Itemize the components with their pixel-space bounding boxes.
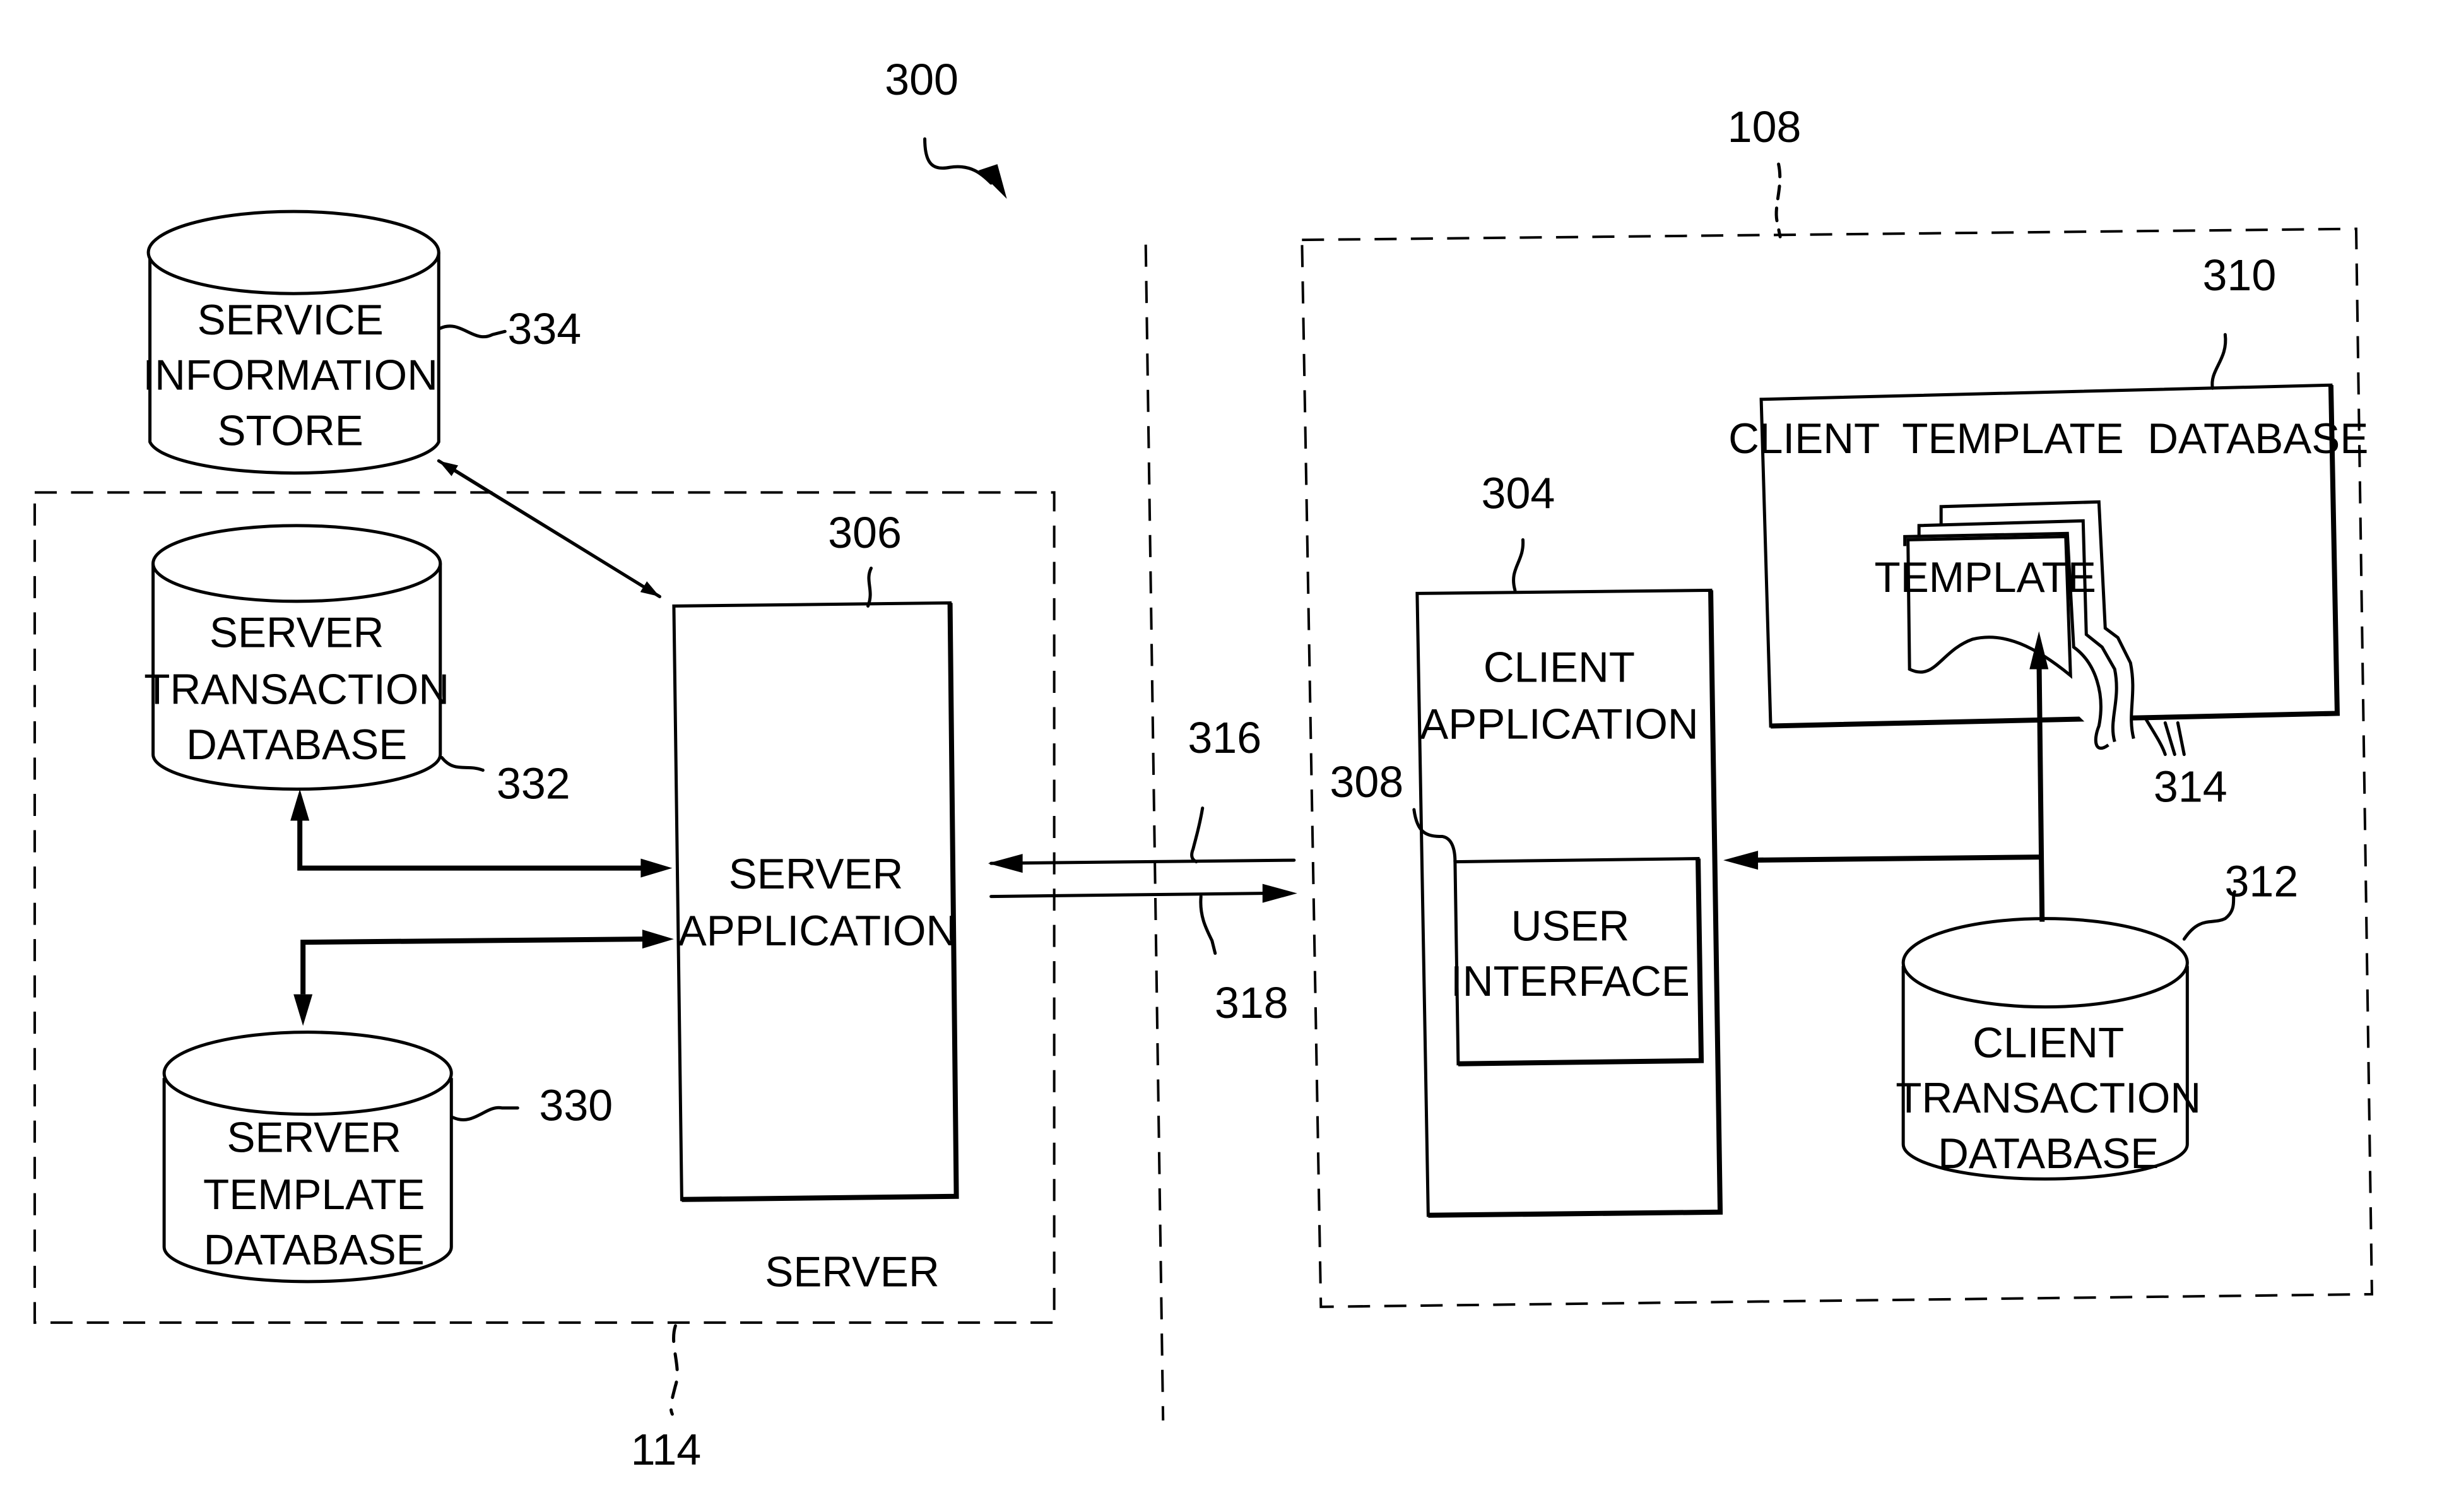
- link-316-ref-leader: [1190, 806, 1205, 864]
- link-to-client: [989, 883, 1297, 903]
- template-ref-leader-2: [2163, 721, 2176, 756]
- server-transaction-ref: 332: [497, 759, 570, 808]
- client-transaction-to-app-arrow-icon: [1723, 851, 1759, 870]
- client-transaction-ref: 312: [2224, 857, 2298, 906]
- cylinder-top: [162, 1031, 453, 1116]
- server-transaction-line-1: SERVER: [209, 609, 384, 656]
- server-transaction-link: [297, 801, 644, 871]
- server-transaction-database[interactable]: SERVER TRANSACTION DATABASE: [144, 524, 449, 791]
- client-application-line-2: APPLICATION: [1420, 700, 1698, 748]
- cylinder-top: [146, 210, 440, 295]
- server-template-link: [300, 936, 644, 995]
- user-interface-line-1: USER: [1511, 903, 1630, 950]
- link-318-ref: 318: [1215, 978, 1289, 1027]
- cylinder-top: [1901, 917, 2189, 1009]
- link-316-arrowhead-icon: [988, 854, 1023, 873]
- service-store-line-2: INFORMATION: [143, 352, 438, 399]
- user-interface[interactable]: USER INTERFACE: [1451, 857, 1704, 1066]
- link-to-server: [988, 854, 1296, 873]
- cylinder-top: [151, 524, 442, 603]
- template-ref-leader-1: [2144, 718, 2167, 756]
- system-diagram: 300 SERVER 114 SERVICE INFORMATION STORE…: [33, 55, 2373, 1474]
- server-application[interactable]: SERVER APPLICATION: [672, 601, 959, 1202]
- client-transaction-database[interactable]: CLIENT TRANSACTION DATABASE: [1896, 917, 2201, 1181]
- server-template-ref: 330: [539, 1081, 613, 1130]
- service-information-store[interactable]: SERVICE INFORMATION STORE: [143, 210, 440, 475]
- server-template-ref-leader: [451, 1106, 519, 1121]
- client-application-line-1: CLIENT: [1484, 644, 1635, 691]
- server-template-arrow-down-icon: [293, 994, 313, 1026]
- template-ref: 314: [2154, 762, 2227, 812]
- server-application-ref: 306: [828, 508, 902, 557]
- service-store-line-1: SERVICE: [198, 297, 384, 344]
- client-ref: 108: [1728, 102, 1802, 151]
- link-318-ref-leader: [1199, 895, 1217, 955]
- template-ref-leader-3: [2176, 721, 2186, 756]
- link-316-ref: 316: [1188, 713, 1261, 762]
- figure-ref-label: 300: [885, 55, 959, 104]
- server-template-arrow-right-icon: [642, 930, 674, 949]
- link-316-line: [989, 858, 1296, 865]
- client-template-database-ref-leader: [2210, 333, 2227, 390]
- link-318-line: [989, 892, 1265, 899]
- service-store-link-reverse: [437, 459, 661, 598]
- server-ref: 114: [631, 1425, 702, 1474]
- service-store-ref-leader: [439, 324, 507, 339]
- figure-ref-leader: [923, 137, 993, 185]
- server-template-database[interactable]: SERVER TEMPLATE DATABASE: [162, 1031, 453, 1284]
- server-transaction-arrow-up-icon: [290, 789, 310, 821]
- client-template-database-title: CLIENT TEMPLATE DATABASE: [1728, 415, 2368, 463]
- template-label: TEMPLATE: [1875, 554, 2096, 601]
- server-application-line-2: APPLICATION: [678, 907, 957, 955]
- client-transaction-line-1: CLIENT: [1973, 1020, 2124, 1067]
- client-transaction-line-2: TRANSACTION: [1896, 1075, 2201, 1122]
- server-template-line-1: SERVER: [227, 1114, 401, 1162]
- server-transaction-ref-leader: [440, 756, 485, 772]
- figure-ref-300: 300: [885, 55, 1007, 199]
- client-transaction-line-3: DATABASE: [1938, 1130, 2159, 1178]
- user-interface-line-2: INTERFACE: [1451, 958, 1690, 1005]
- server-template-line-2: TEMPLATE: [203, 1171, 425, 1219]
- link-318-arrowhead-icon: [1262, 883, 1297, 903]
- network-divider: [1144, 244, 1165, 1420]
- service-store-line-3: STORE: [217, 407, 363, 454]
- server-label: SERVER: [765, 1248, 939, 1296]
- client-template-database-ref: 310: [2202, 251, 2276, 300]
- client-transaction-to-app-line: [1749, 854, 2043, 863]
- user-interface-ref: 308: [1330, 757, 1403, 806]
- server-application-box: [672, 601, 959, 1202]
- server-transaction-line-3: DATABASE: [186, 721, 407, 769]
- client-application-ref-leader: [1512, 538, 1525, 592]
- server-ref-leader: [669, 1324, 679, 1416]
- figure-ref-arrowhead-icon: [978, 164, 1007, 199]
- server-transaction-line-2: TRANSACTION: [144, 666, 449, 713]
- server-transaction-arrow-right-icon: [640, 858, 673, 878]
- server-application-line-1: SERVER: [729, 851, 903, 898]
- client-transaction-to-template-line: [2036, 650, 2045, 922]
- service-store-ref: 334: [507, 304, 581, 353]
- server-application-ref-leader: [866, 566, 873, 608]
- client-ref-leader: [1774, 162, 1782, 239]
- client-application-ref: 304: [1482, 468, 1555, 517]
- server-template-line-3: DATABASE: [204, 1226, 425, 1273]
